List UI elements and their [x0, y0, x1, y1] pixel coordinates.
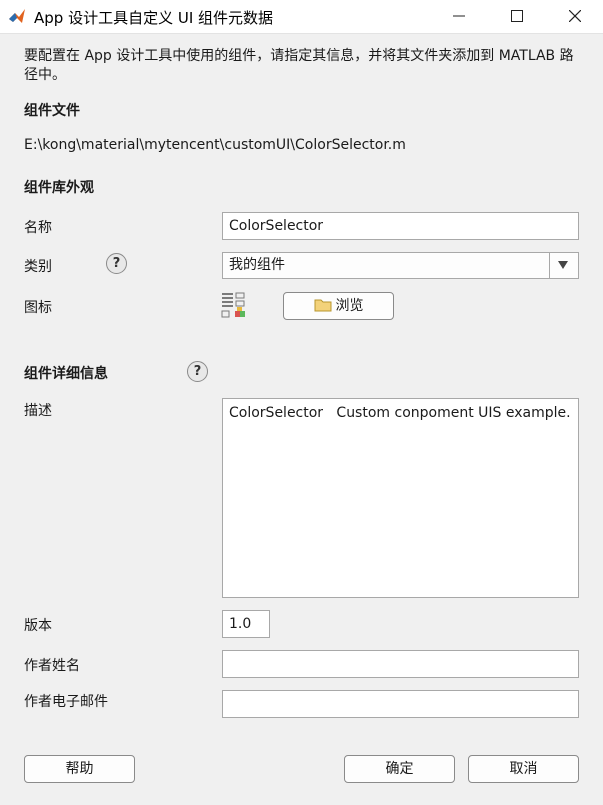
category-help-icon[interactable]: ?: [106, 253, 127, 274]
matlab-logo-icon: [9, 9, 25, 23]
description-textarea[interactable]: ColorSelector Custom conpoment UIS examp…: [222, 398, 579, 598]
maximize-icon: [511, 10, 523, 22]
details-heading: 组件详细信息: [24, 366, 108, 382]
category-label: 类别: [24, 259, 52, 275]
component-file-heading: 组件文件: [24, 103, 80, 119]
window-title: App 设计工具自定义 UI 组件元数据: [34, 9, 274, 27]
maximize-button[interactable]: [494, 0, 540, 33]
author-name-label: 作者姓名: [24, 658, 80, 674]
author-email-input[interactable]: [222, 690, 579, 718]
description-label: 描述: [24, 403, 52, 419]
category-value: 我的组件: [229, 257, 285, 273]
cancel-button[interactable]: 取消: [468, 755, 579, 783]
category-dropdown[interactable]: 我的组件: [222, 252, 579, 279]
folder-icon: [314, 299, 331, 312]
version-label: 版本: [24, 618, 52, 634]
details-help-icon[interactable]: ?: [187, 361, 208, 382]
component-icon-preview: [221, 292, 245, 318]
browse-label: 浏览: [335, 298, 364, 314]
ok-button[interactable]: 确定: [344, 755, 455, 783]
name-label: 名称: [24, 220, 52, 236]
author-email-label: 作者电子邮件: [24, 694, 108, 710]
intro-text: 要配置在 App 设计工具中使用的组件，请指定其信息，并将其文件夹添加到 MAT…: [24, 48, 574, 83]
author-name-input[interactable]: [222, 650, 579, 678]
icon-label: 图标: [24, 300, 52, 316]
dropdown-arrow[interactable]: [549, 253, 578, 278]
title-bar: App 设计工具自定义 UI 组件元数据: [0, 0, 603, 34]
close-icon: [569, 10, 581, 22]
component-file-path: E:\kong\material\mytencent\customUI\Colo…: [24, 137, 406, 153]
version-input[interactable]: 1.0: [222, 610, 270, 638]
browse-button[interactable]: 浏览: [283, 292, 394, 320]
minimize-icon: [453, 15, 465, 17]
close-button[interactable]: [552, 0, 598, 33]
name-input[interactable]: ColorSelector: [222, 212, 579, 240]
chevron-down-icon: [558, 261, 568, 269]
minimize-button[interactable]: [436, 0, 482, 33]
help-button[interactable]: 帮助: [24, 755, 135, 783]
library-appearance-heading: 组件库外观: [24, 180, 94, 196]
